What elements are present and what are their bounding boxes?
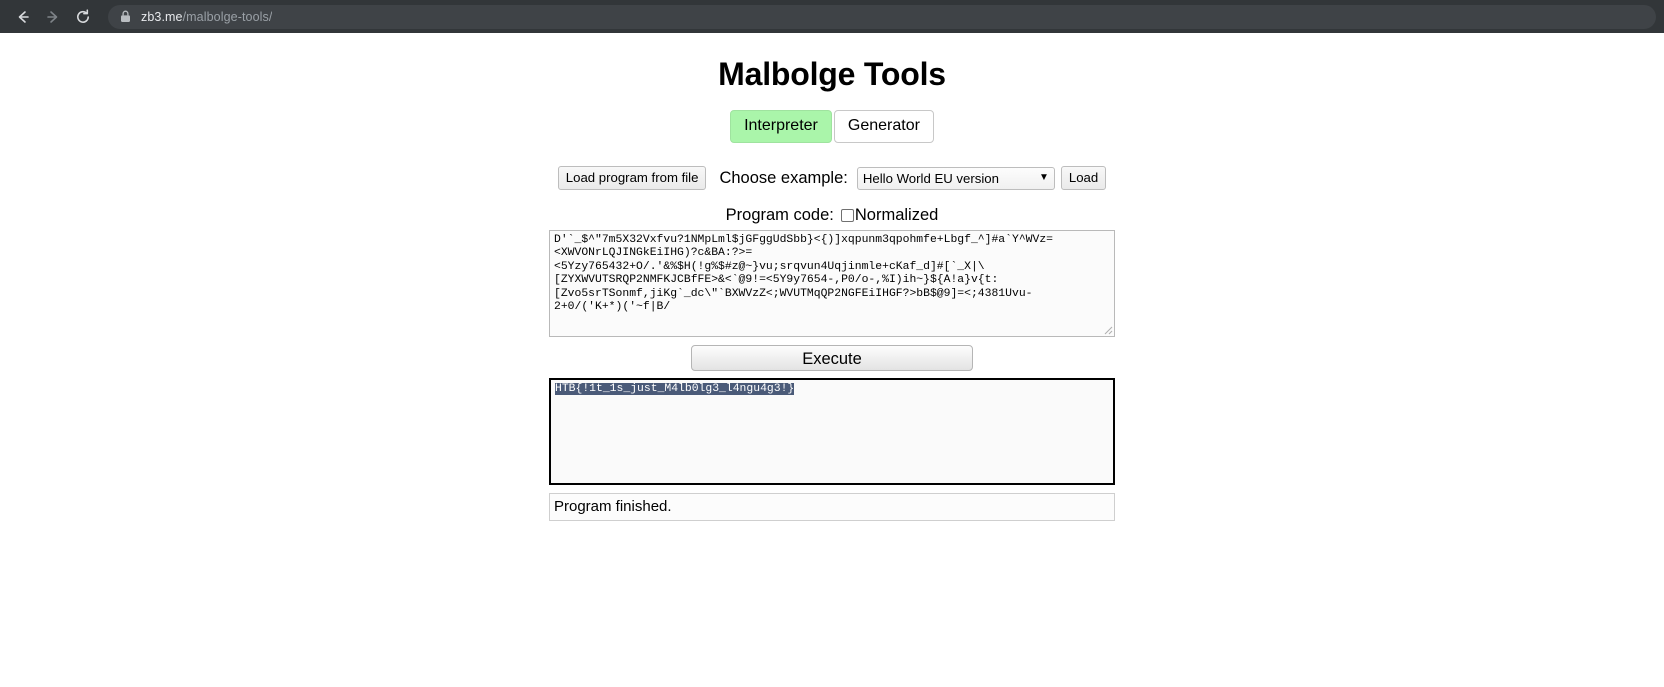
output-text: HTB{!1t_1s_just_M4lb0lg3_l4ngu4g3!} xyxy=(555,383,795,395)
page-title: Malbolge Tools xyxy=(718,56,946,92)
reload-button[interactable] xyxy=(68,2,98,32)
output-textarea[interactable]: HTB{!1t_1s_just_M4lb0lg3_l4ngu4g3!} xyxy=(549,378,1115,485)
tab-bar: Interpreter Generator xyxy=(0,110,1664,143)
textarea-resize-handle[interactable] xyxy=(1101,323,1113,335)
status-bar: Program finished. xyxy=(549,493,1115,521)
normalized-checkbox[interactable] xyxy=(840,209,854,222)
reload-icon xyxy=(74,8,92,26)
tab-generator[interactable]: Generator xyxy=(833,110,934,143)
forward-arrow-icon xyxy=(44,8,62,26)
normalized-label[interactable]: Normalized xyxy=(855,206,938,225)
example-select[interactable]: Hello World EU version ▼ xyxy=(856,166,1055,190)
back-button[interactable] xyxy=(8,2,38,32)
program-code-textarea[interactable]: D'`_$^"7m5X32Vxfvu?1NMpLml$jGFggUdSbb}<{… xyxy=(549,230,1115,337)
app-panel: Load program from file Choose example: H… xyxy=(549,166,1115,521)
toolbar-row: Load program from file Choose example: H… xyxy=(549,166,1115,190)
page-content: Malbolge Tools Interpreter Generator Loa… xyxy=(0,33,1664,687)
back-arrow-icon xyxy=(14,8,32,26)
lock-icon xyxy=(120,10,131,23)
url-text: zb3.me/malbolge-tools/ xyxy=(141,10,272,24)
load-program-from-file-button[interactable]: Load program from file xyxy=(557,166,707,190)
example-select-value: Hello World EU version xyxy=(862,170,999,186)
url-host: zb3.me xyxy=(141,9,183,24)
execute-button[interactable]: Execute xyxy=(691,345,973,371)
browser-chrome: zb3.me/malbolge-tools/ xyxy=(0,0,1664,33)
chevron-down-icon: ▼ xyxy=(1038,172,1049,183)
address-bar[interactable]: zb3.me/malbolge-tools/ xyxy=(108,4,1656,29)
load-example-button[interactable]: Load xyxy=(1060,166,1107,190)
program-code-label: Program code: xyxy=(725,206,834,224)
forward-button[interactable] xyxy=(38,2,68,32)
code-label-row: Program code: Normalized xyxy=(549,206,1115,225)
program-code-text: D'`_$^"7m5X32Vxfvu?1NMpLml$jGFggUdSbb}<{… xyxy=(554,234,1053,314)
choose-example-label: Choose example: xyxy=(719,168,848,187)
tab-interpreter[interactable]: Interpreter xyxy=(730,110,832,143)
url-path: /malbolge-tools/ xyxy=(182,9,273,24)
